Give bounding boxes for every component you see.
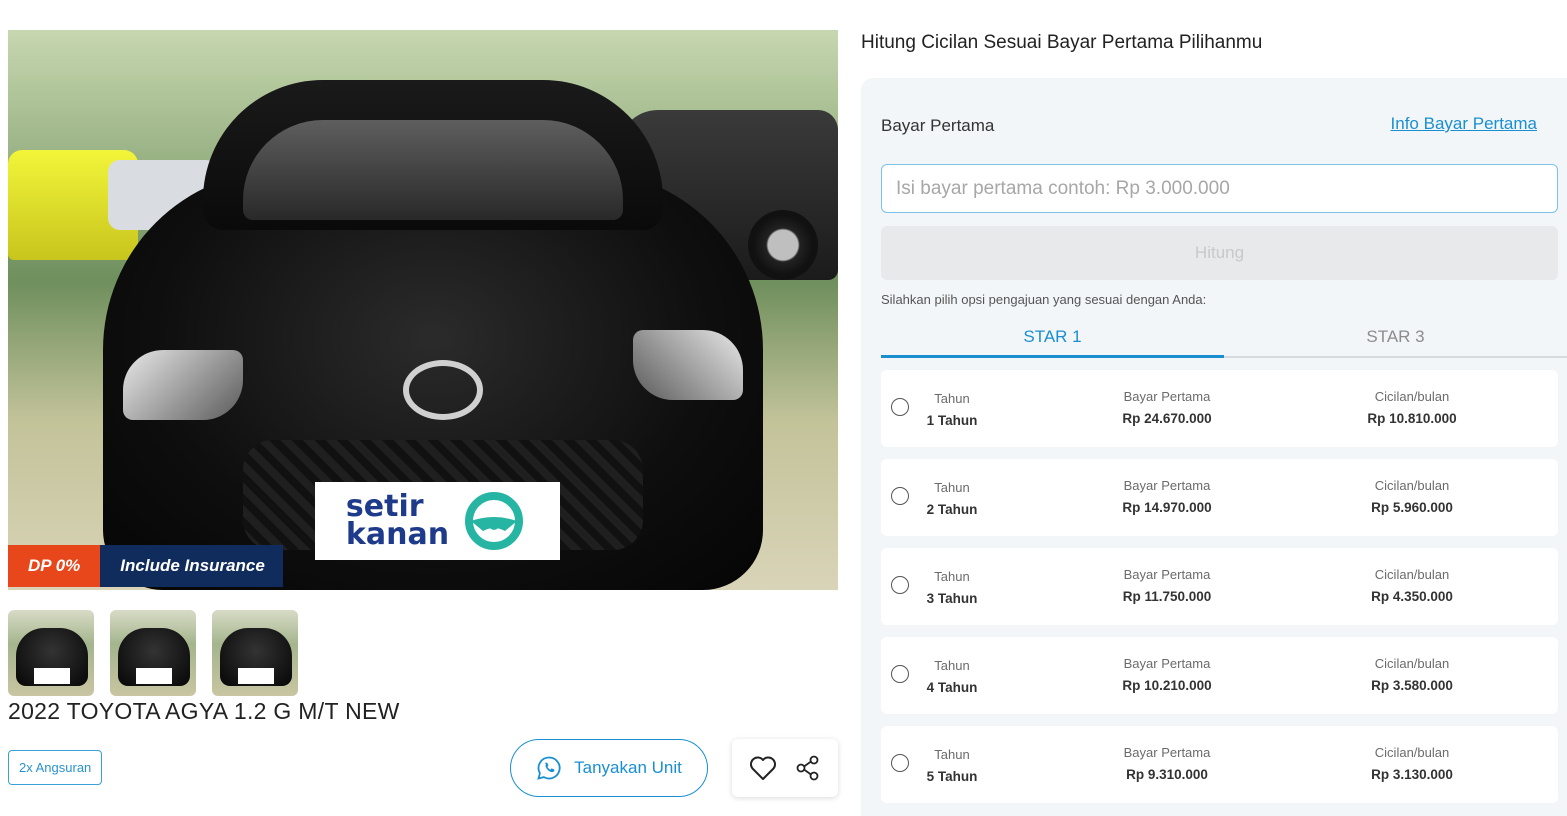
down-payment-value: Rp 11.750.000 xyxy=(1122,589,1212,604)
down-payment-value: Rp 10.210.000 xyxy=(1122,678,1212,693)
tenor-option-5[interactable]: Tahun 5 Tahun Bayar Pertama Rp 9.310.000 C… xyxy=(881,726,1558,803)
radio-button[interactable] xyxy=(891,576,909,594)
instruction-text: Silahkan pilih opsi pengajuan yang sesua… xyxy=(881,292,1207,307)
plan-tabs: STAR 1 STAR 3 xyxy=(881,320,1567,358)
tenor-label: Tahun xyxy=(934,391,970,406)
tenor-label: Tahun xyxy=(934,480,970,495)
installment-chip: 2x Angsuran xyxy=(8,750,103,785)
dp-badge: DP 0% xyxy=(8,545,101,587)
tenor-value: 4 Tahun xyxy=(926,680,978,695)
tenor-value: 2 Tahun xyxy=(926,502,978,517)
thumbnail-2[interactable] xyxy=(110,610,196,696)
down-payment-info-link[interactable]: Info Bayar Pertama xyxy=(1391,114,1537,134)
installment-col-label: Cicilan/bulan xyxy=(1374,389,1450,404)
installment-col-label: Cicilan/bulan xyxy=(1374,656,1450,671)
tenor-option-2[interactable]: Tahun 2 Tahun Bayar Pertama Rp 14.970.000 … xyxy=(881,459,1558,536)
tab-star-1[interactable]: STAR 1 xyxy=(881,320,1224,358)
down-payment-input[interactable] xyxy=(881,164,1558,213)
down-payment-col-label: Bayar Pertama xyxy=(1123,567,1211,582)
radio-button[interactable] xyxy=(891,665,909,683)
tenor-option-3[interactable]: Tahun 3 Tahun Bayar Pertama Rp 11.750.000 … xyxy=(881,548,1558,625)
tenor-option-4[interactable]: Tahun 4 Tahun Bayar Pertama Rp 10.210.000 … xyxy=(881,637,1558,714)
watermark-logotype: setir kanan xyxy=(345,489,450,552)
down-payment-value: Rp 9.310.000 xyxy=(1126,767,1208,782)
ask-unit-button[interactable]: Tanyakan Unit xyxy=(510,739,708,797)
tenor-label: Tahun xyxy=(934,658,970,673)
tenor-label: Tahun xyxy=(934,747,970,762)
car-main-photo[interactable]: setir kanan xyxy=(8,30,838,590)
thumbnail-1[interactable] xyxy=(8,610,94,696)
action-box xyxy=(732,739,838,797)
tenor-option-1[interactable]: Tahun 1 Tahun Bayar Pertama Rp 24.670.000 … xyxy=(881,370,1558,447)
whatsapp-icon xyxy=(537,756,561,780)
thumbnail-3[interactable] xyxy=(212,610,298,696)
down-payment-col-label: Bayar Pertama xyxy=(1123,478,1211,493)
installment-calculator: Bayar Pertama Info Bayar Pertama Hitung … xyxy=(861,78,1567,816)
installment-value: Rp 4.350.000 xyxy=(1371,589,1453,604)
ask-unit-label: Tanyakan Unit xyxy=(574,758,682,777)
tenor-label: Tahun xyxy=(934,569,970,584)
calculate-button[interactable]: Hitung xyxy=(881,226,1558,280)
installment-value: Rp 10.810.000 xyxy=(1367,411,1457,426)
car-title: 2022 TOYOTA AGYA 1.2 G M/T NEW xyxy=(8,698,400,724)
down-payment-col-label: Bayar Pertama xyxy=(1123,656,1211,671)
down-payment-value: Rp 14.970.000 xyxy=(1122,500,1212,515)
toyota-logo-icon xyxy=(403,360,483,420)
promo-badges: DP 0% Include Insurance xyxy=(8,545,283,587)
tenor-value: 5 Tahun xyxy=(926,769,978,784)
thumbnail-strip xyxy=(8,610,298,696)
radio-button[interactable] xyxy=(891,487,909,505)
installment-value: Rp 3.130.000 xyxy=(1371,767,1453,782)
down-payment-label: Bayar Pertama xyxy=(881,116,995,135)
favorite-button[interactable] xyxy=(746,751,780,785)
installment-col-label: Cicilan/bulan xyxy=(1374,567,1450,582)
share-icon xyxy=(796,755,818,781)
radio-button[interactable] xyxy=(891,398,909,416)
setir-kanan-watermark: setir kanan xyxy=(315,482,560,560)
installment-value: Rp 3.580.000 xyxy=(1371,678,1453,693)
tenor-value: 3 Tahun xyxy=(926,591,978,606)
installment-col-label: Cicilan/bulan xyxy=(1374,478,1450,493)
down-payment-col-label: Bayar Pertama xyxy=(1123,745,1211,760)
steering-wheel-icon xyxy=(465,492,524,550)
installment-value: Rp 5.960.000 xyxy=(1371,500,1453,515)
installment-col-label: Cicilan/bulan xyxy=(1374,745,1450,760)
heart-icon xyxy=(749,756,776,780)
down-payment-col-label: Bayar Pertama xyxy=(1123,389,1211,404)
tab-star-3[interactable]: STAR 3 xyxy=(1224,320,1567,356)
share-button[interactable] xyxy=(791,751,825,785)
calculator-heading: Hitung Cicilan Sesuai Bayar Pertama Pili… xyxy=(861,32,1263,53)
tenor-options: Tahun 1 Tahun Bayar Pertama Rp 24.670.000 … xyxy=(881,370,1558,815)
insurance-badge: Include Insurance xyxy=(100,545,283,587)
down-payment-value: Rp 24.670.000 xyxy=(1122,411,1212,426)
radio-button[interactable] xyxy=(891,754,909,772)
listing-column: setir kanan DP 0% Include Insurance 2022 … xyxy=(8,0,838,816)
tenor-value: 1 Tahun xyxy=(926,413,978,428)
